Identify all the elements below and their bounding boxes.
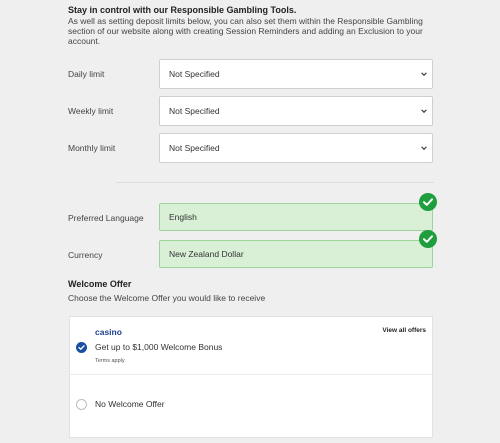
currency-label: Currency [68,250,103,260]
daily-limit-select[interactable]: Not Specified [159,59,433,89]
preferred-language-row: Preferred Language English [68,193,437,233]
terms-apply-link[interactable]: Terms apply [95,358,125,364]
monthly-limit-value: Not Specified [169,143,220,153]
intro-body: As well as setting deposit limits below,… [68,16,423,46]
view-all-offers-link[interactable]: View all offers [382,327,426,334]
welcome-offer-card: casino Get up to $1,000 Welcome Bonus Te… [69,316,433,438]
weekly-limit-label: Weekly limit [68,106,114,116]
intro-title: Stay in control with our Responsible Gam… [68,5,297,15]
checkmark-circle-icon [419,193,437,211]
preferred-language-value: English [169,212,197,222]
welcome-offer-title: Welcome Offer [68,279,132,289]
monthly-limit-label: Monthly limit [68,143,116,153]
daily-limit-row: Daily limit Not Specified [68,59,434,89]
checkmark-circle-icon[interactable] [76,342,87,353]
responsible-gambling-intro: Stay in control with our Responsible Gam… [68,4,438,46]
preferred-language-label: Preferred Language [68,213,144,223]
monthly-limit-select[interactable]: Not Specified [159,133,433,163]
offer-divider [70,374,432,375]
section-divider [116,182,434,183]
checkmark-circle-icon [419,230,437,248]
chevron-down-icon [421,109,427,114]
weekly-limit-value: Not Specified [169,106,220,116]
chevron-down-icon [421,146,427,151]
preferred-language-field[interactable]: English [159,203,433,231]
currency-value: New Zealand Dollar [169,249,244,259]
weekly-limit-select[interactable]: Not Specified [159,96,433,126]
daily-limit-label: Daily limit [68,69,105,79]
welcome-offer-subtitle: Choose the Welcome Offer you would like … [68,293,266,303]
daily-limit-value: Not Specified [169,69,220,79]
chevron-down-icon [421,72,427,77]
offer-description: Get up to $1,000 Welcome Bonus [95,342,223,352]
monthly-limit-row: Monthly limit Not Specified [68,133,434,163]
no-offer-label[interactable]: No Welcome Offer [95,399,165,409]
currency-field[interactable]: New Zealand Dollar [159,240,433,268]
currency-row: Currency New Zealand Dollar [68,230,437,270]
weekly-limit-row: Weekly limit Not Specified [68,96,434,126]
no-offer-radio[interactable] [76,399,87,410]
offer-category: casino [95,327,122,337]
